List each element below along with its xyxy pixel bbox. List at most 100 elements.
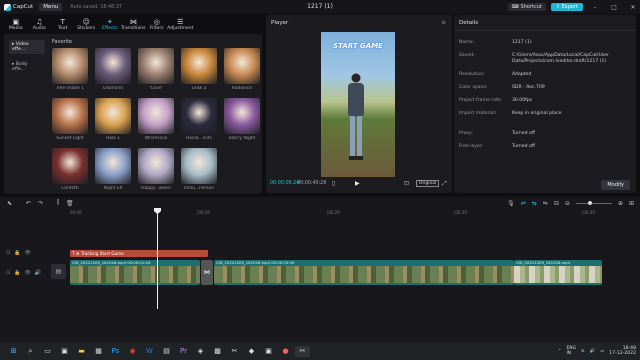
app-icon[interactable]: ▤	[159, 346, 174, 357]
wifi-icon[interactable]: ≋	[581, 349, 585, 354]
tool-filters[interactable]: ◎ Filters	[145, 15, 169, 33]
effect-thumbnail[interactable]	[52, 48, 88, 84]
effect-thumbnail[interactable]	[95, 148, 131, 184]
zoom-slider[interactable]	[575, 200, 612, 205]
fit-timeline-icon[interactable]: ⊞	[629, 200, 634, 207]
shortcut-button[interactable]: ⌨ Shortcut	[507, 3, 546, 11]
zoom-slider-knob[interactable]	[587, 200, 592, 205]
crop-icon[interactable]: ⊡	[404, 180, 409, 187]
effect-thumbnail[interactable]	[52, 148, 88, 184]
effect-card[interactable]: Whimsical	[138, 98, 174, 148]
tool-adjustment[interactable]: ☰ Adjustment	[167, 15, 193, 33]
fullscreen-icon[interactable]: ⤢	[442, 180, 447, 188]
premiere-icon[interactable]: Pr	[176, 346, 191, 357]
zoom-in-icon[interactable]: ⊕	[618, 200, 623, 207]
effect-card[interactable]: Sunset Light	[52, 98, 88, 148]
frame-icon[interactable]: ▯	[332, 180, 335, 187]
close-icon[interactable]: ✕	[626, 4, 640, 11]
effect-card[interactable]: Diamond	[95, 48, 131, 98]
preview-axis-icon[interactable]: ⇋	[543, 200, 548, 207]
app-icon[interactable]: ▩	[210, 346, 225, 357]
file-explorer-icon[interactable]: ▬	[74, 346, 89, 357]
app-icon[interactable]: ✂	[227, 346, 242, 357]
maximize-icon[interactable]: □	[607, 4, 621, 11]
menu-button[interactable]: Menu	[39, 3, 63, 11]
app-icon[interactable]: ◆	[244, 346, 259, 357]
battery-icon[interactable]: ▭	[600, 349, 604, 354]
chevron-up-icon[interactable]: ⌃	[558, 349, 562, 354]
minimize-icon[interactable]: –	[588, 4, 602, 11]
effect-card[interactable]: Halo 1	[95, 98, 131, 148]
modify-button[interactable]: Modify	[601, 180, 630, 190]
track-visibility-icon[interactable]: 👁	[24, 270, 30, 276]
video-clip[interactable]: VID_20221209_161028.mp4 00:00:01:04	[70, 260, 200, 285]
clock[interactable]: 18:48 17-12-2022	[609, 346, 636, 357]
effect-thumbnail[interactable]	[224, 48, 260, 84]
video-clip[interactable]: VID_20221209_161028.mp4 00:00:25:09	[214, 260, 514, 285]
zoom-out-icon[interactable]: ⊖	[565, 200, 570, 207]
effect-card[interactable]: Rainb...ects	[181, 98, 217, 148]
playhead[interactable]	[157, 209, 158, 309]
effect-thumbnail[interactable]	[224, 98, 260, 134]
effect-thumbnail[interactable]	[95, 98, 131, 134]
effect-thumbnail[interactable]	[181, 148, 217, 184]
export-button[interactable]: ⇪ Export	[550, 3, 583, 11]
category-video-effects[interactable]: ▸ Video effe...	[9, 40, 45, 54]
tool-stickers[interactable]: ☺ Stickers	[75, 15, 99, 33]
effect-thumbnail[interactable]	[138, 148, 174, 184]
chrome-icon[interactable]: ◉	[125, 346, 140, 357]
track-visibility-icon[interactable]: 👁	[24, 250, 30, 256]
track-lock-icon[interactable]: 🔒	[14, 270, 20, 276]
track-lock-icon[interactable]: 🔒	[14, 250, 20, 256]
tool-audio[interactable]: ♫ Audio	[28, 15, 52, 33]
app-icon[interactable]: ▦	[91, 346, 106, 357]
effect-thumbnail[interactable]	[181, 48, 217, 84]
split-icon[interactable]: ⫿	[57, 199, 59, 207]
effect-thumbnail[interactable]	[181, 98, 217, 134]
effect-card[interactable]: Happy...ween	[138, 148, 174, 198]
word-icon[interactable]: W	[142, 346, 157, 357]
task-view-icon[interactable]: ▭	[40, 346, 55, 357]
track-audio-icon[interactable]: 🔊	[35, 270, 41, 276]
effect-card[interactable]: Confetti	[52, 148, 88, 198]
delete-icon[interactable]: 🗑	[66, 200, 74, 207]
language-indicator[interactable]: ENG IN	[567, 346, 576, 356]
cover-button[interactable]: ▤	[51, 264, 66, 279]
tool-transitions[interactable]: ⋈ Transitions	[121, 15, 146, 33]
capcut-taskbar-icon[interactable]: ✂	[295, 345, 310, 357]
track-lock-icon[interactable]: ⊡	[6, 270, 10, 276]
effect-card[interactable]: Tree shade 1	[52, 48, 88, 98]
undo-icon[interactable]: ↶	[26, 200, 31, 207]
tool-text[interactable]: T Text	[51, 15, 75, 33]
chat-icon[interactable]: ▣	[57, 346, 72, 357]
effect-thumbnail[interactable]	[52, 98, 88, 134]
app-icon[interactable]: ◈	[193, 346, 208, 357]
timeline-ruler[interactable]: 00:00 |00:10 |00:20 |00:30 |00:40	[0, 209, 640, 217]
link-main-track-icon[interactable]: ⇌	[521, 200, 526, 207]
tool-media[interactable]: ▣ Media	[4, 15, 28, 33]
effect-card[interactable]: Leak 2	[181, 48, 217, 98]
effect-card[interactable]: "Love"	[138, 48, 174, 98]
select-tool-icon[interactable]: ⬉	[7, 200, 12, 207]
app-icon[interactable]: ●	[278, 346, 293, 357]
volume-icon[interactable]: 🔊	[590, 349, 595, 354]
video-preview[interactable]: START GAME	[321, 32, 395, 177]
photoshop-icon[interactable]: Ps	[108, 346, 123, 357]
effect-thumbnail[interactable]	[138, 98, 174, 134]
effect-card[interactable]: Starry Night	[224, 98, 260, 148]
microphone-icon[interactable]: 🎙	[507, 200, 515, 207]
snap-icon[interactable]: ⊟	[554, 200, 559, 207]
track-lock-icon[interactable]: ⊡	[6, 250, 10, 256]
ratio-original-button[interactable]: Original	[416, 180, 440, 187]
windows-start-icon[interactable]: ⊞	[6, 346, 21, 357]
effect-thumbnail[interactable]	[138, 48, 174, 84]
video-clip[interactable]: VID_20221209_161028.mp4	[514, 260, 602, 285]
tool-effects[interactable]: ✦ Effects	[98, 15, 122, 33]
effect-card[interactable]: Radiance	[224, 48, 260, 98]
transition-marker-icon[interactable]: ⋈	[201, 260, 213, 285]
app-icon[interactable]: ▣	[261, 346, 276, 357]
category-body-effects[interactable]: ▸ Body effe...	[9, 60, 45, 74]
redo-icon[interactable]: ↷	[38, 200, 43, 207]
effect-card[interactable]: Instu...Person	[181, 148, 217, 198]
play-icon[interactable]: ▶	[355, 180, 360, 187]
